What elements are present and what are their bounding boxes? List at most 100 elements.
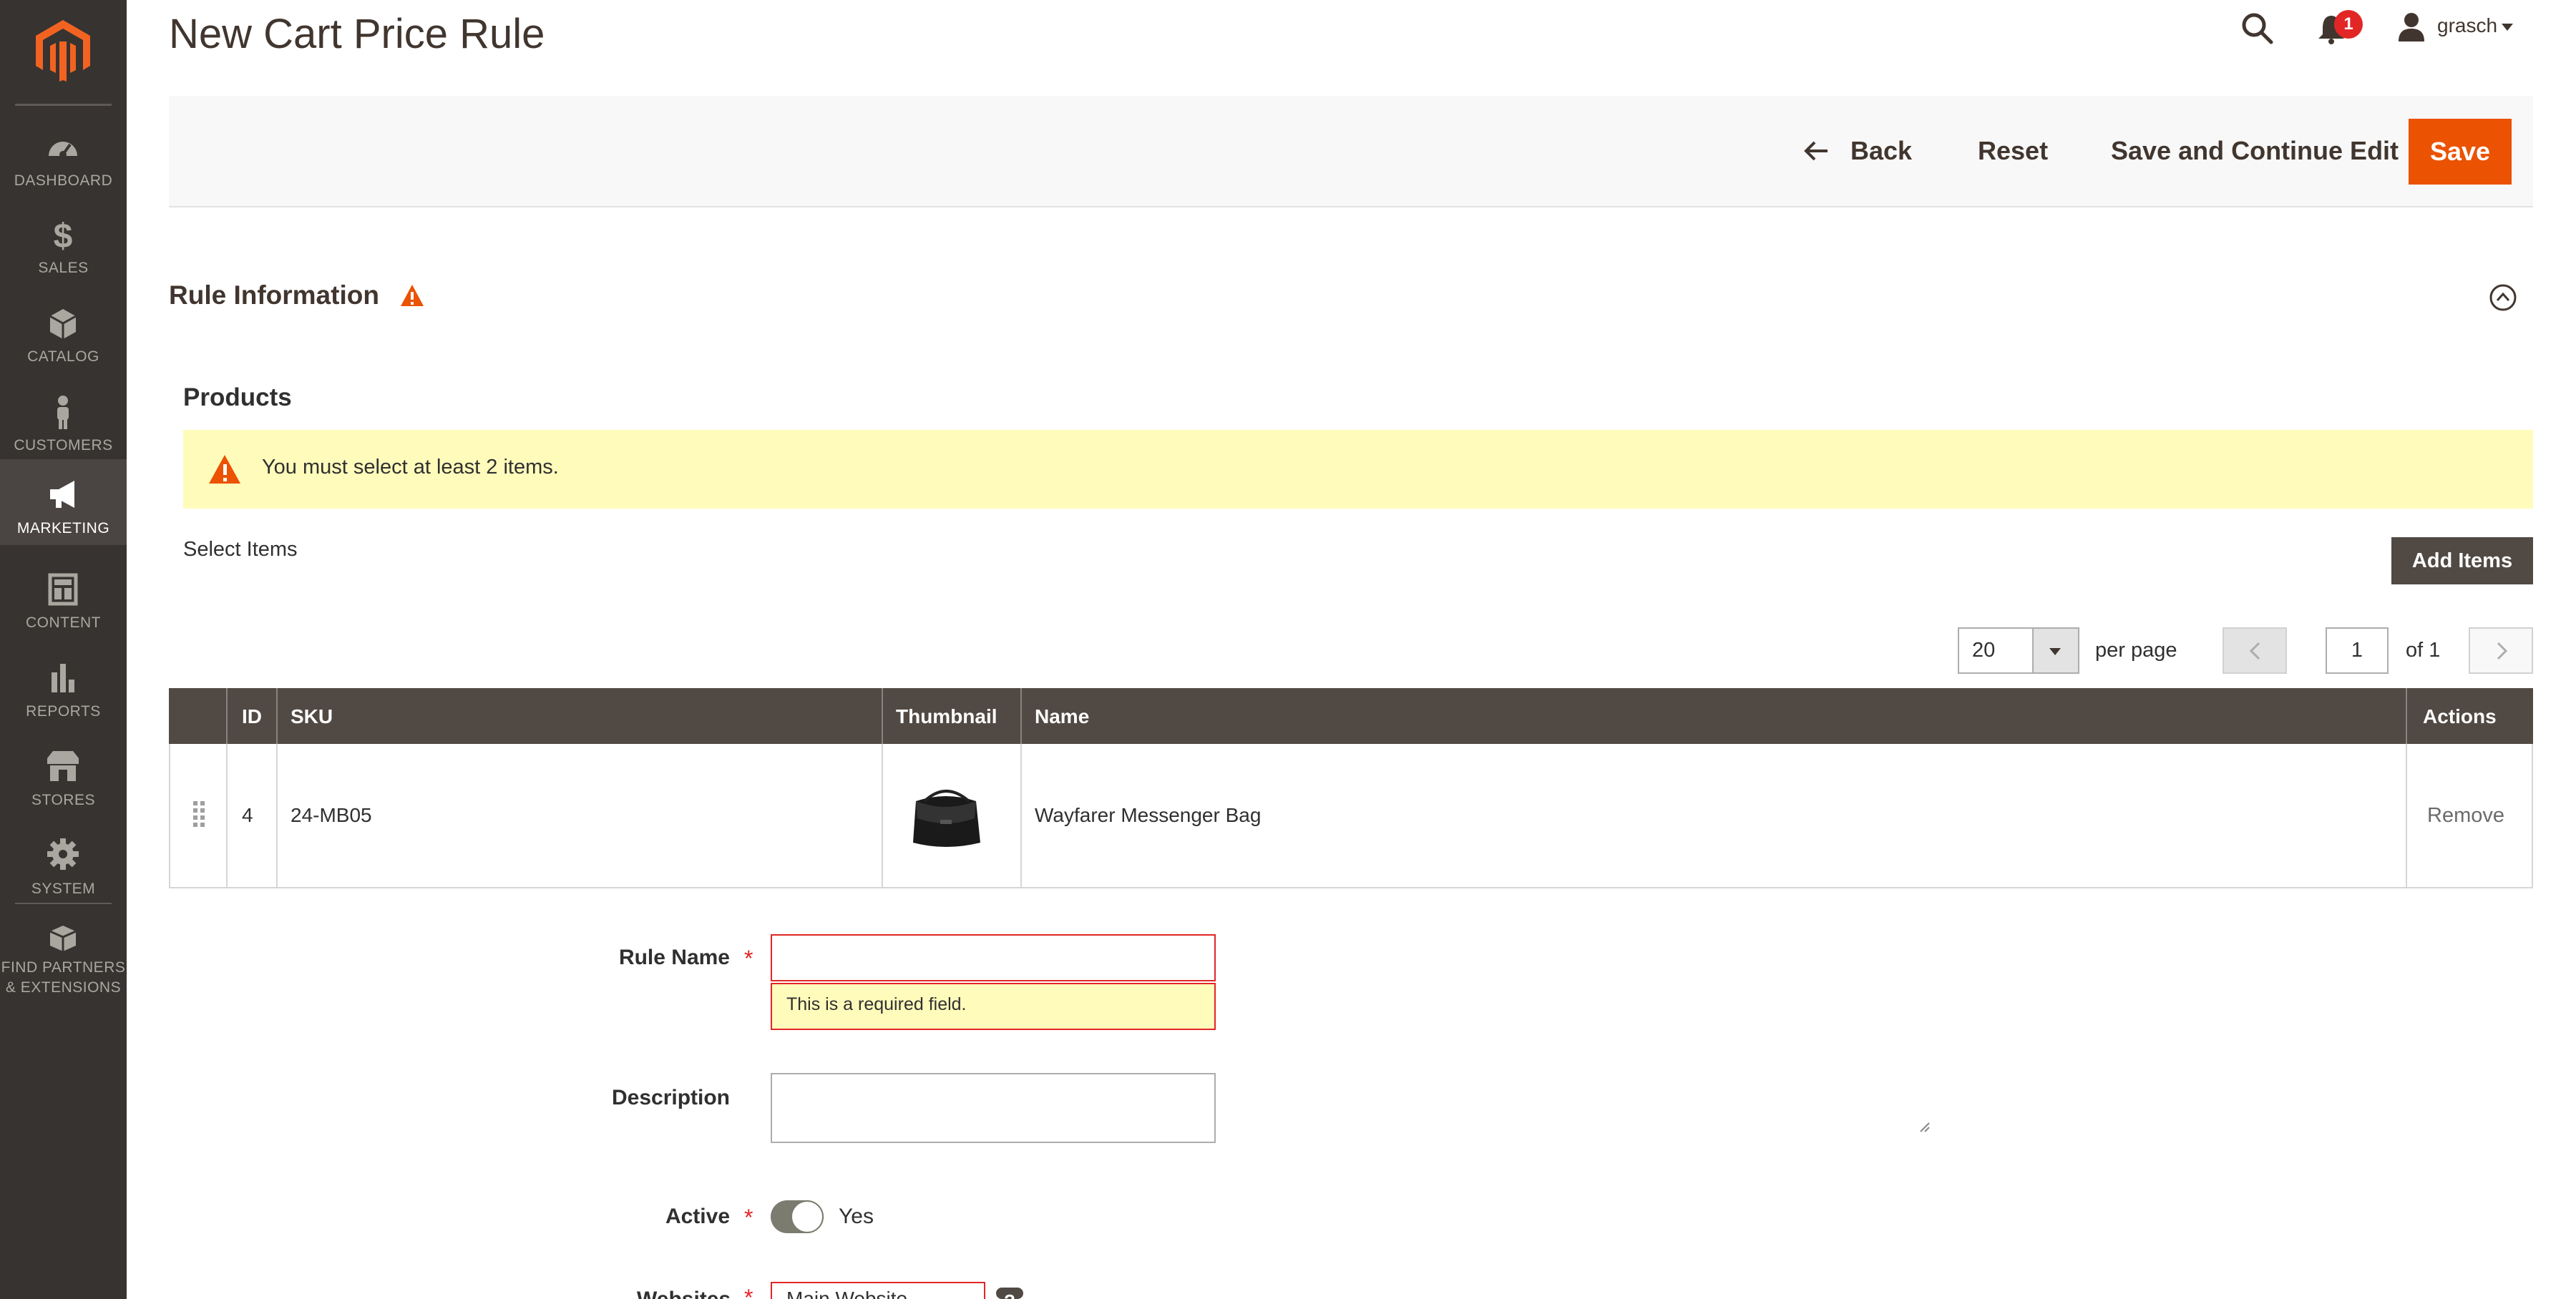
column-divider xyxy=(276,744,278,887)
layout-icon xyxy=(48,573,78,606)
sidebar-item-label: DASHBOARD xyxy=(14,172,113,189)
column-header-actions: Actions xyxy=(2423,705,2497,727)
help-icon[interactable]: ? xyxy=(996,1288,1023,1299)
previous-page-button[interactable] xyxy=(2223,627,2287,674)
dollar-icon: $ xyxy=(54,217,73,255)
search-icon[interactable] xyxy=(2240,11,2275,46)
magento-logo-icon[interactable] xyxy=(36,20,90,82)
chevron-down-icon xyxy=(2049,648,2061,655)
collapse-section-icon[interactable] xyxy=(2489,283,2517,312)
sidebar-divider xyxy=(15,903,112,904)
per-page-value: 20 xyxy=(1972,639,1996,662)
save-button[interactable]: Save xyxy=(2409,119,2512,185)
select-items-label: Select Items xyxy=(183,538,298,561)
sidebar-item-label: SALES xyxy=(38,260,89,276)
per-page-label: per page xyxy=(2095,639,2177,662)
column-divider xyxy=(1020,688,1022,744)
extensions-box-icon xyxy=(49,926,77,951)
websites-label: Websites xyxy=(637,1288,731,1299)
bar-chart-icon xyxy=(52,664,74,692)
sidebar-item-label: CATALOG xyxy=(27,348,99,365)
sidebar-item-reports[interactable]: REPORTS xyxy=(0,651,127,737)
column-divider xyxy=(276,688,278,744)
sidebar-item-label: CUSTOMERS xyxy=(14,437,113,454)
sidebar-item-catalog[interactable]: CATALOG xyxy=(0,296,127,382)
sidebar-item-content[interactable]: CONTENT xyxy=(0,562,127,648)
sidebar-item-label: MARKETING xyxy=(16,520,110,536)
column-header-name[interactable]: Name xyxy=(1035,705,1089,728)
cell-id: 4 xyxy=(242,804,253,826)
table-row xyxy=(169,744,2533,888)
column-header-thumbnail[interactable]: Thumbnail xyxy=(896,705,997,728)
sidebar-item-stores[interactable]: STORES xyxy=(0,740,127,825)
column-divider xyxy=(226,688,228,744)
box-icon xyxy=(49,309,77,339)
add-items-button[interactable]: Add Items xyxy=(2391,537,2533,584)
section-title[interactable]: Rule Information xyxy=(169,280,379,310)
column-header-id[interactable]: ID xyxy=(242,705,262,728)
sidebar-item-label: CONTENT xyxy=(26,614,101,631)
toggle-knob xyxy=(791,1200,824,1233)
page-title: New Cart Price Rule xyxy=(169,11,545,57)
storefront-icon xyxy=(47,751,79,781)
sidebar-item-dashboard[interactable]: DASHBOARD xyxy=(0,120,127,206)
rule-name-error-message: This is a required field. xyxy=(771,983,1216,1030)
description-label: Description xyxy=(611,1086,730,1109)
active-label: Active xyxy=(665,1205,730,1228)
active-toggle-value: Yes xyxy=(839,1205,874,1228)
sidebar-item-label: & EXTENSIONS xyxy=(5,979,122,996)
user-icon[interactable] xyxy=(2397,11,2426,41)
required-asterisk: * xyxy=(744,1285,753,1299)
sidebar-item-system[interactable]: SYSTEM xyxy=(0,828,127,914)
sidebar-item-customers[interactable]: CUSTOMERS xyxy=(0,385,127,471)
sidebar-item-label: SYSTEM xyxy=(31,881,96,897)
megaphone-icon xyxy=(50,481,74,508)
warning-icon xyxy=(209,455,240,484)
column-divider xyxy=(882,744,883,887)
column-divider xyxy=(2406,688,2407,744)
chevron-down-icon[interactable] xyxy=(2502,24,2513,31)
cell-sku: 24-MB05 xyxy=(291,804,372,826)
page-total-label: of 1 xyxy=(2406,639,2441,662)
rule-name-input[interactable] xyxy=(771,934,1216,981)
rule-name-label: Rule Name xyxy=(618,946,730,969)
save-and-continue-button[interactable]: Save and Continue Edit xyxy=(2111,136,2399,166)
dashboard-icon xyxy=(49,142,77,158)
products-grid-header xyxy=(169,688,2533,744)
sidebar-item-find-partners[interactable]: FIND PARTNERS & EXTENSIONS xyxy=(0,914,127,1007)
column-divider xyxy=(2406,744,2407,887)
column-divider xyxy=(882,688,883,744)
error-message-text: You must select at least 2 items. xyxy=(262,456,559,479)
person-icon xyxy=(57,396,69,429)
resize-handle-icon[interactable] xyxy=(1918,1120,1931,1133)
warning-icon xyxy=(401,285,424,306)
svg-text:$: $ xyxy=(54,217,73,255)
cell-name: Wayfarer Messenger Bag xyxy=(1035,804,1262,826)
remove-item-link[interactable]: Remove xyxy=(2427,804,2504,828)
sidebar-item-label: STORES xyxy=(31,792,95,808)
required-asterisk: * xyxy=(744,946,753,971)
required-asterisk: * xyxy=(744,1205,753,1230)
username-menu[interactable]: grasch xyxy=(2437,14,2497,37)
sidebar-divider xyxy=(15,104,112,106)
column-header-sku[interactable]: SKU xyxy=(291,705,333,728)
column-divider xyxy=(1020,744,1022,887)
page-number-input[interactable]: 1 xyxy=(2326,627,2389,674)
sidebar-item-label: FIND PARTNERS xyxy=(1,959,126,976)
chevron-right-icon xyxy=(2497,642,2508,660)
sidebar-item-sales[interactable]: $ SALES xyxy=(0,207,127,293)
next-page-button[interactable] xyxy=(2469,627,2533,674)
products-title: Products xyxy=(183,383,292,411)
drag-handle-icon[interactable] xyxy=(192,800,206,828)
gear-icon xyxy=(47,838,79,870)
arrow-left-icon[interactable] xyxy=(1803,140,1829,162)
sidebar-item-marketing[interactable]: MARKETING xyxy=(0,459,127,545)
description-textarea[interactable] xyxy=(771,1073,1216,1143)
reset-button[interactable]: Reset xyxy=(1978,136,2048,166)
notification-badge: 1 xyxy=(2334,10,2363,39)
column-divider xyxy=(226,744,228,887)
product-thumbnail xyxy=(913,790,980,847)
back-button[interactable]: Back xyxy=(1850,136,1912,166)
chevron-left-icon xyxy=(2249,642,2260,660)
websites-value: Main Website xyxy=(786,1288,908,1299)
